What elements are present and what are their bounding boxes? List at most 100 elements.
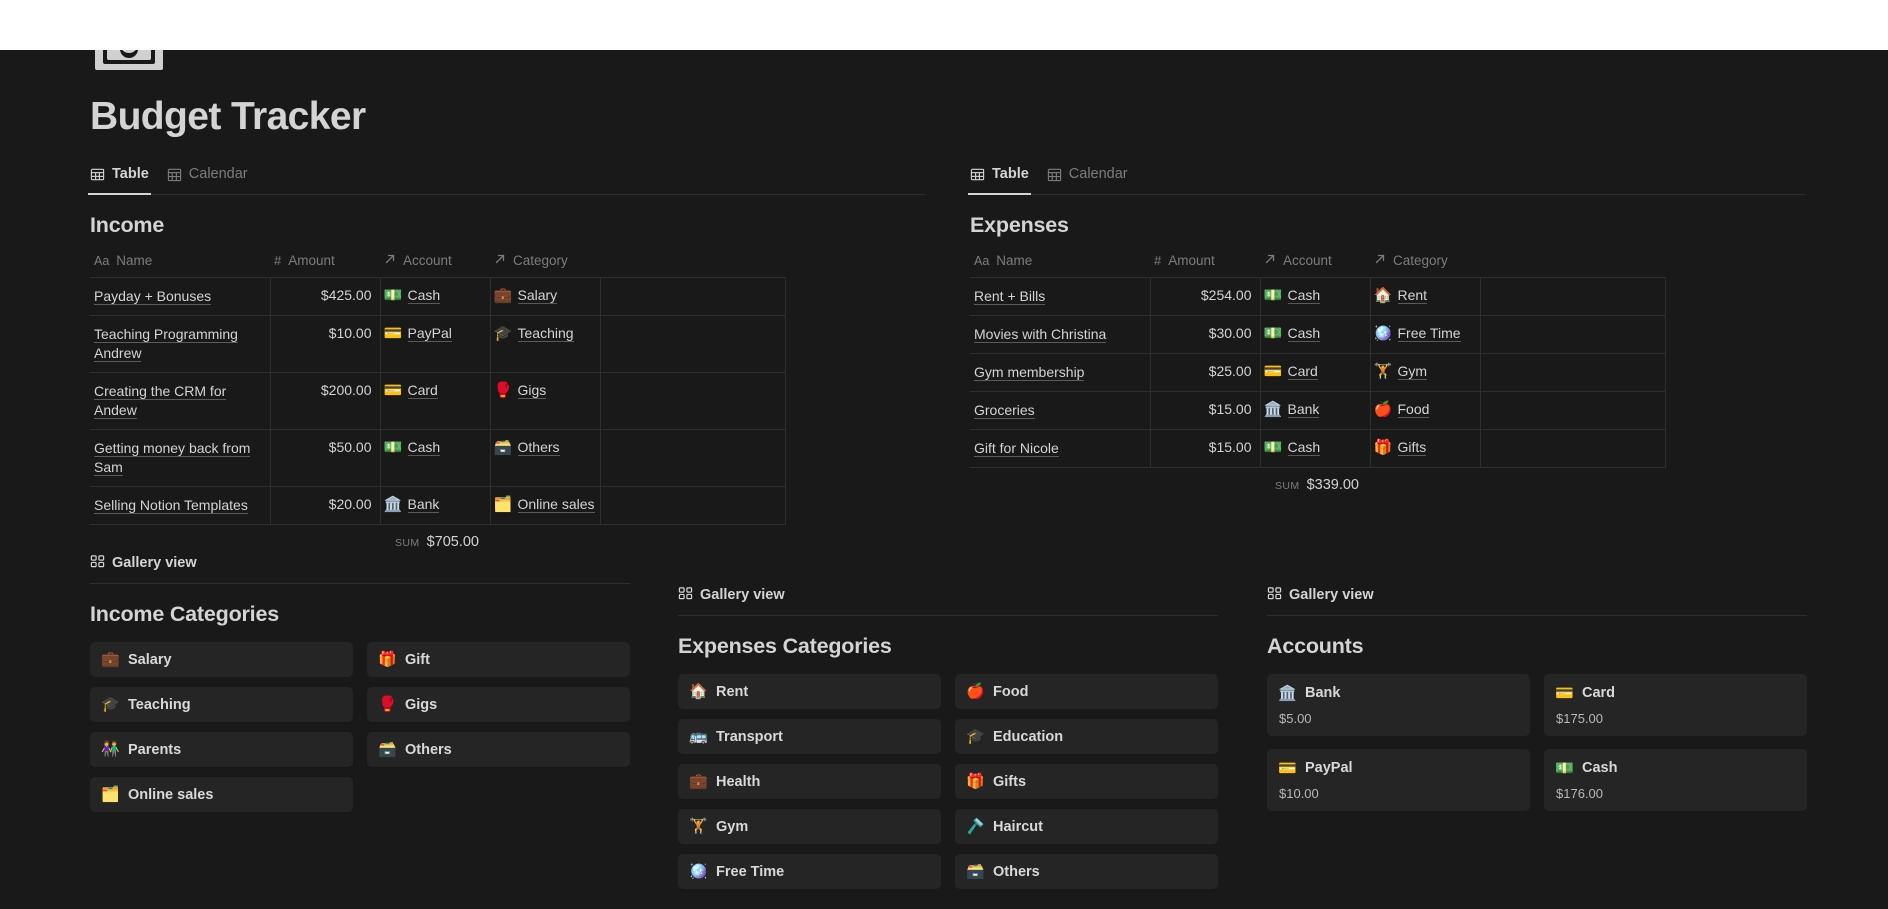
cell-name[interactable]: Groceries [970,392,1150,430]
gallery-card-online-sales[interactable]: 🗂️Online sales [90,777,353,812]
account-card-paypal[interactable]: 💳PayPal $10.00 [1267,749,1530,811]
column-header-name[interactable]: Aa Name [90,249,270,278]
cell-category[interactable]: 🥊Gigs [490,373,600,430]
gallery-card-rent[interactable]: 🏠Rent [678,674,941,709]
cell-account[interactable]: 🏛️Bank [380,487,490,525]
cell-category[interactable]: 🪩Free Time [1370,316,1480,354]
column-header-name[interactable]: Aa Name [970,249,1150,278]
gallery-card-haircut[interactable]: 🪒 Haircut [955,809,1218,844]
cell-name[interactable]: Rent + Bills [970,278,1150,316]
cell-name[interactable]: Selling Notion Templates [90,487,270,525]
cell-amount[interactable]: $15.00 [1150,392,1260,430]
gallery-card-teaching[interactable]: 🎓Teaching [90,687,353,722]
cell-account[interactable]: 💵Cash [380,430,490,487]
income-categories-view-tab[interactable]: Gallery view [90,552,630,574]
cell-account[interactable]: 💵Cash [1260,316,1370,354]
cell-name[interactable]: Creating the CRM for Andew [90,373,270,430]
cell-amount[interactable]: $200.00 [270,373,380,430]
cell-category[interactable]: 🏋Gym [1370,354,1480,392]
cell-category[interactable]: 🗂️Online sales [490,487,600,525]
comb-icon: 🪒 [967,818,984,835]
gallery-card-transport[interactable]: 🚌Transport [678,719,941,754]
gallery-card-education[interactable]: 🎓Education [955,719,1218,754]
gallery-card-gym[interactable]: 🏋Gym [678,809,941,844]
cell-amount[interactable]: $50.00 [270,430,380,487]
cell-amount[interactable]: $254.00 [1150,278,1260,316]
table-row[interactable]: Creating the CRM for Andew $200.00 💳Card… [90,373,785,430]
account-card-bank[interactable]: 🏛️Bank $5.00 [1267,674,1530,736]
cell-amount[interactable]: $10.00 [270,316,380,373]
expenses-table-header-row: Aa Name # Amount [970,249,1665,278]
table-row[interactable]: Movies with Christina $30.00 💵Cash 🪩Free… [970,316,1665,354]
table-row[interactable]: Groceries $15.00 🏛️Bank 🍎Food [970,392,1665,430]
expenses-table-body: Rent + Bills $254.00 💵Cash 🏠Rent Movies … [970,278,1665,468]
gallery-card-others[interactable]: 🗃️Others [955,854,1218,889]
column-header-amount[interactable]: # Amount [1150,249,1260,278]
cell-name[interactable]: Getting money back from Sam [90,430,270,487]
card-label: Others [405,742,452,758]
cell-amount[interactable]: $15.00 [1150,430,1260,468]
column-header-account[interactable]: Account [380,249,490,278]
table-row[interactable]: Payday + Bonuses $425.00 💵Cash 💼Salary [90,278,785,316]
cell-name[interactable]: Teaching Programming Andrew [90,316,270,373]
tab-income-table[interactable]: Table [90,162,149,188]
cell-account[interactable]: 💳Card [380,373,490,430]
income-categories-divider [90,583,630,584]
cell-account[interactable]: 💵Cash [1260,430,1370,468]
column-label: Name [116,253,152,268]
cell-account[interactable]: 💵Cash [1260,278,1370,316]
cell-account[interactable]: 🏛️Bank [1260,392,1370,430]
cell-account[interactable]: 💵Cash [380,278,490,316]
relation-arrow-icon [1374,253,1386,268]
gallery-card-parents[interactable]: 👫Parents [90,732,353,767]
cell-category[interactable]: 🏠Rent [1370,278,1480,316]
cell-amount[interactable]: $30.00 [1150,316,1260,354]
gallery-card-gigs[interactable]: 🥊Gigs [367,687,630,722]
expenses-categories-view-tab[interactable]: Gallery view [678,584,1218,606]
column-header-category[interactable]: Category [490,249,600,278]
cell-amount[interactable]: $25.00 [1150,354,1260,392]
card-label: Transport [716,729,783,745]
table-row[interactable]: Getting money back from Sam $50.00 💵Cash… [90,430,785,487]
cell-amount[interactable]: $425.00 [270,278,380,316]
gallery-card-food[interactable]: 🍎Food [955,674,1218,709]
money-with-wings-icon[interactable] [90,50,168,78]
tab-label: Table [112,166,149,182]
table-row[interactable]: Teaching Programming Andrew $10.00 💳PayP… [90,316,785,373]
account-card-card[interactable]: 💳Card $175.00 [1544,674,1807,736]
gallery-card-free-time[interactable]: 🪩Free Time [678,854,941,889]
tab-income-calendar[interactable]: Calendar [167,162,248,188]
account-card-cash[interactable]: 💵Cash $176.00 [1544,749,1807,811]
gallery-card-gift[interactable]: 🎁Gift [367,642,630,677]
cell-category[interactable]: 🗃️Others [490,430,600,487]
gallery-card-health[interactable]: 💼Health [678,764,941,799]
cell-amount[interactable]: $20.00 [270,487,380,525]
cell-category[interactable]: 🎁Gifts [1370,430,1480,468]
expenses-view-tabs: Table Calendar [970,162,1805,188]
table-row[interactable]: Gym membership $25.00 💳Card 🏋Gym [970,354,1665,392]
column-header-category[interactable]: Category [1370,249,1480,278]
card-label: Haircut [993,819,1043,835]
cell-name[interactable]: Payday + Bonuses [90,278,270,316]
tab-expenses-table[interactable]: Table [970,162,1029,188]
income-sum[interactable]: SUM $705.00 [90,525,490,550]
accounts-view-tab[interactable]: Gallery view [1267,584,1807,606]
cell-account[interactable]: 💳PayPal [380,316,490,373]
table-row[interactable]: Gift for Nicole $15.00 💵Cash 🎁Gifts [970,430,1665,468]
cell-name[interactable]: Gift for Nicole [970,430,1150,468]
cell-name[interactable]: Gym membership [970,354,1150,392]
table-row[interactable]: Selling Notion Templates $20.00 🏛️Bank 🗂… [90,487,785,525]
gallery-card-salary[interactable]: 💼Salary [90,642,353,677]
gallery-card-gifts[interactable]: 🎁Gifts [955,764,1218,799]
tab-expenses-calendar[interactable]: Calendar [1047,162,1128,188]
table-row[interactable]: Rent + Bills $254.00 💵Cash 🏠Rent [970,278,1665,316]
cell-category[interactable]: 💼Salary [490,278,600,316]
cell-name[interactable]: Movies with Christina [970,316,1150,354]
cell-category[interactable]: 🍎Food [1370,392,1480,430]
cell-category[interactable]: 🎓Teaching [490,316,600,373]
expenses-sum[interactable]: SUM $339.00 [970,468,1370,493]
column-header-amount[interactable]: # Amount [270,249,380,278]
gallery-card-others[interactable]: 🗃️Others [367,732,630,767]
column-header-account[interactable]: Account [1260,249,1370,278]
cell-account[interactable]: 💳Card [1260,354,1370,392]
